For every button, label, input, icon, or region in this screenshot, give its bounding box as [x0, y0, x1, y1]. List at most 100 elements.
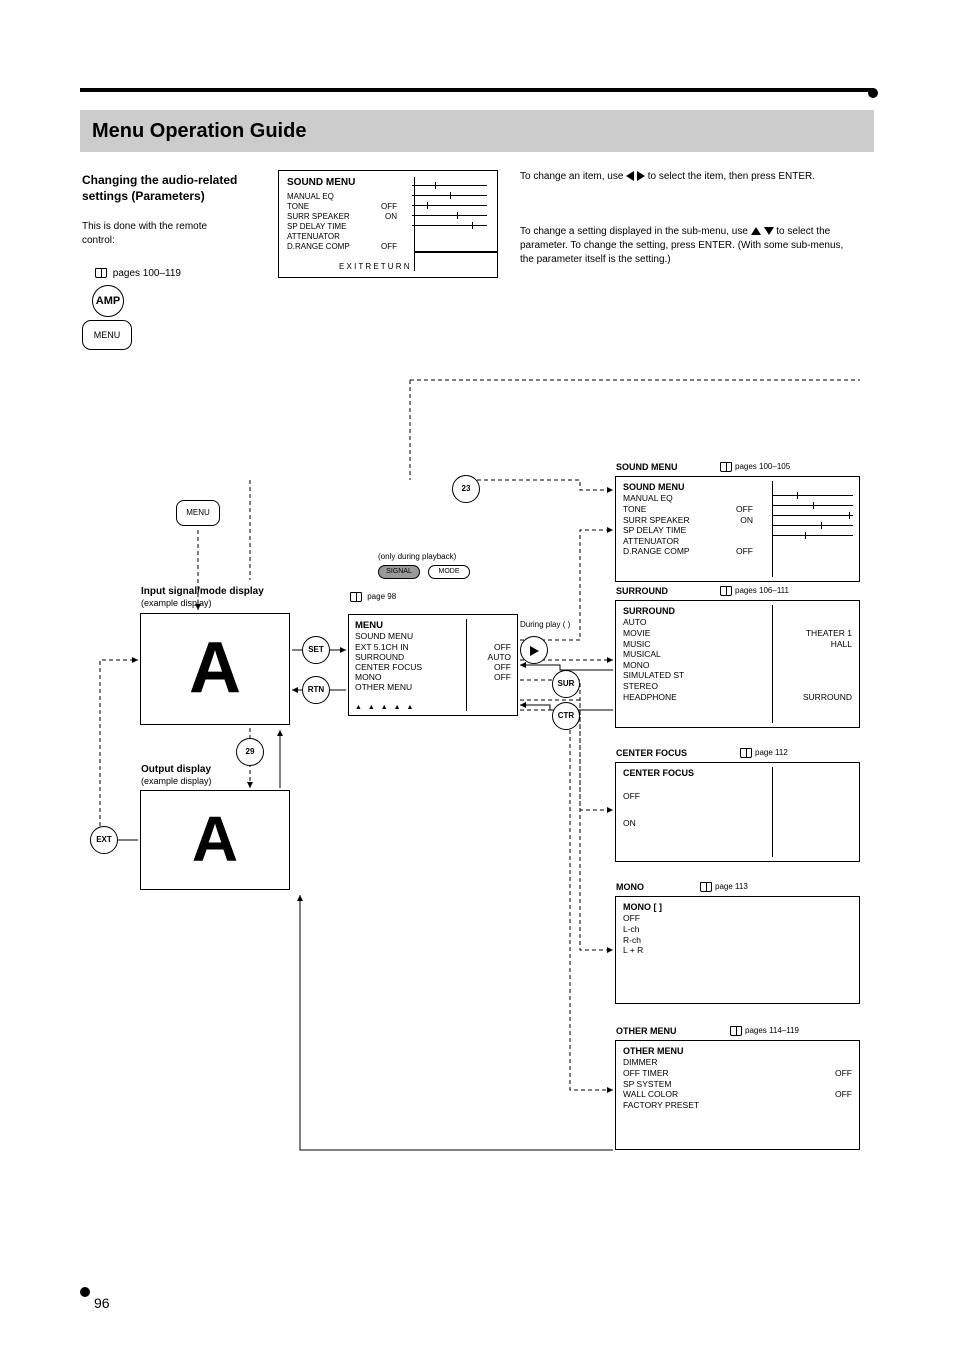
row-val: OFF — [381, 202, 397, 212]
during-play-label: During play ( ) — [520, 620, 570, 629]
corner-dot-top — [868, 88, 878, 98]
input-display-panel: A — [140, 613, 290, 725]
instr1-b: to select the item, then press ENTER. — [648, 171, 815, 182]
down-arrow-icon — [764, 227, 774, 235]
page-number: 96 — [94, 1295, 110, 1311]
book-icon — [720, 586, 732, 596]
book-icon — [720, 462, 732, 472]
input-display-label: Input signal/mode display — [141, 586, 264, 597]
r: L-ch — [623, 924, 640, 935]
book-icon — [700, 882, 712, 892]
rp1-book-t: pages 100–105 — [735, 462, 790, 471]
to-menu-circle: SET — [302, 636, 330, 664]
mode-cap: MODE — [428, 565, 470, 579]
rp3-label: CENTER FOCUS — [616, 748, 687, 758]
mrowv: OFF — [494, 672, 511, 682]
output-display-note: (example display) — [141, 776, 212, 786]
r: ON — [623, 818, 636, 829]
big-a-input: A — [141, 614, 289, 722]
rp5-label: OTHER MENU — [616, 1026, 677, 1036]
r: SP DELAY TIME — [623, 525, 686, 536]
r: DIMMER — [623, 1057, 657, 1068]
big-a-output: A — [141, 791, 289, 887]
rp4-panel: MONO [ ] OFF L-ch R-ch L + R — [615, 896, 860, 1004]
r: MONO — [623, 660, 649, 671]
r: SP SYSTEM — [623, 1079, 672, 1090]
book-ref-text: pages 100–119 — [113, 268, 181, 279]
r: AUTO — [623, 617, 646, 628]
r: ATTENUATOR — [623, 536, 679, 547]
section-title: Menu Operation Guide — [92, 120, 306, 143]
cap-note: (only during playback) — [378, 552, 456, 561]
book-icon — [740, 748, 752, 758]
menu-panel-title: MENU — [355, 620, 511, 631]
row: D.RANGE COMP — [287, 242, 350, 252]
book-ref-main: pages 100–119 — [95, 268, 215, 279]
remote-note: This is done with the remote control: — [82, 220, 242, 247]
mrowv: OFF — [494, 662, 511, 672]
menu-rrect: MENU — [176, 500, 220, 526]
r: L + R — [623, 945, 643, 956]
flowchart: MENU SIGNAL MODE (only during playback) … — [80, 360, 894, 1291]
row-val: ON — [385, 212, 397, 222]
row: TONE — [287, 202, 309, 212]
rp4-title: MONO [ ] — [623, 902, 852, 913]
rp3-title: CENTER FOCUS — [623, 768, 852, 779]
mrow: CENTER FOCUS — [355, 662, 422, 672]
rp3-panel: CENTER FOCUS OFF ON — [615, 762, 860, 862]
rv: HALL — [831, 639, 852, 650]
book-icon — [350, 592, 362, 602]
example-sound-menu-panel: SOUND MENU MANUAL EQ TONEOFF SURR SPEAKE… — [278, 170, 498, 278]
ctr-circle: CTR — [552, 702, 580, 730]
instruction-1: To change an item, use to select the ite… — [520, 170, 850, 184]
mrowv: OFF — [494, 642, 511, 652]
menu-button-icon: MENU — [82, 320, 132, 350]
rp1-div — [772, 481, 773, 577]
rv: OFF — [736, 504, 753, 515]
output-display-panel: A — [140, 790, 290, 890]
rp1-label: SOUND MENU — [616, 462, 678, 472]
rp5-panel: OTHER MENU DIMMER OFF TIMER OFF SP SYSTEM… — [615, 1040, 860, 1150]
r: OFF — [623, 791, 640, 802]
rv: OFF — [835, 1089, 852, 1100]
rp1-sliders — [773, 491, 853, 541]
mrow: SURROUND — [355, 652, 404, 662]
row: SP DELAY TIME — [287, 222, 346, 232]
rp5-title: OTHER MENU — [623, 1046, 852, 1057]
r: FACTORY PRESET — [623, 1100, 699, 1111]
top-panel-sliders — [412, 181, 487, 231]
instr2-a: To change a setting displayed in the sub… — [520, 226, 748, 237]
r: OFF — [623, 913, 640, 924]
section-title-bar: Menu Operation Guide — [80, 110, 874, 152]
r: WALL COLOR — [623, 1089, 678, 1100]
rp2-book: pages 106–111 — [720, 586, 789, 596]
rp2-panel: SURROUND AUTO MOVIETHEATER 1 MUSICHALL M… — [615, 600, 860, 728]
top-rule — [80, 88, 874, 92]
rp1-panel: SOUND MENU MANUAL EQ TONEOFF SURR SPEAKE… — [615, 476, 860, 582]
book-icon — [95, 268, 107, 278]
rp4-label: MONO — [616, 882, 644, 892]
row: ATTENUATOR — [287, 232, 340, 242]
r: SURR SPEAKER — [623, 515, 690, 526]
play-circle — [520, 636, 548, 664]
mrow: SOUND MENU — [355, 631, 413, 641]
rp5-book-t: pages 114–119 — [745, 1026, 799, 1035]
instruction-2: To change a setting displayed in the sub… — [520, 225, 850, 267]
up-arrow-icon — [751, 227, 761, 235]
exit-circle: EXT — [90, 826, 118, 854]
from-menu-circle: RTN — [302, 676, 330, 704]
rv: ON — [740, 515, 753, 526]
r: D.RANGE COMP — [623, 546, 690, 557]
rp2-title: SURROUND — [623, 606, 852, 617]
r: SIMULATED ST — [623, 670, 684, 681]
mrowv: AUTO — [488, 652, 511, 662]
right-arrow-icon — [637, 171, 645, 181]
r: OFF TIMER — [623, 1068, 669, 1079]
rp2-div — [772, 605, 773, 723]
amp-button-icon: AMP — [92, 285, 124, 317]
rp2-label: SURROUND — [616, 586, 668, 596]
menu-panel: MENU SOUND MENU EXT 5.1CH INOFF SURROUND… — [348, 614, 518, 716]
rv: THEATER 1 — [806, 628, 852, 639]
r: STEREO — [623, 681, 658, 692]
r: HEADPHONE — [623, 692, 677, 703]
